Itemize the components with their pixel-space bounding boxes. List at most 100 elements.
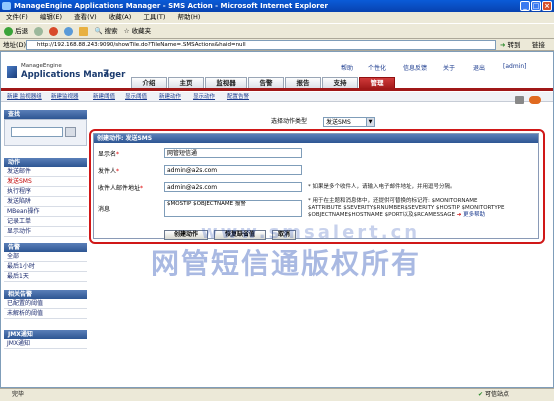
search-label: 搜索 <box>104 27 118 35</box>
stop-button[interactable] <box>49 24 59 39</box>
to-input[interactable]: admin@a2s.com <box>164 182 302 192</box>
action-type-select[interactable]: 发送SMS ▼ <box>323 117 375 127</box>
links-label[interactable]: 链接 <box>532 39 545 51</box>
message-hint-line1: * 用于在主题和消息体中，还提供可替换的标记符: $MONITORNAME <box>308 198 478 204</box>
to-value: admin@a2s.com <box>167 184 218 191</box>
minimize-icon[interactable]: _ <box>520 1 530 11</box>
to-label: 收件人邮件地址* <box>98 185 144 192</box>
forward-arrow-icon <box>34 26 44 36</box>
sub-navigation: 新建 监视器组 新建监视器 新建阈值 显示阈值 新建动作 显示动作 配置告警 <box>1 92 553 102</box>
message-hint-line2: $ATTRIBUTE $SEVERITY$RNUMBER$SEVERITY $H… <box>308 205 505 211</box>
logo-company: ManageEngine <box>21 63 62 69</box>
subnav-new-action[interactable]: 新建动作 <box>159 92 181 102</box>
menu-tools[interactable]: 工具(T) <box>143 13 165 21</box>
display-name-value: 网管短信通 <box>167 150 198 157</box>
sidebar-search-header: 查找 <box>4 110 87 119</box>
message-hint-line3-text: $OBJECTNAME$HOSTNAME $PORT以及$RCAMESSAGE <box>308 212 455 218</box>
favorites-button[interactable]: ☆ 收藏夹 <box>124 24 151 39</box>
toplink-feedback[interactable]: 信息反馈 <box>403 63 427 72</box>
display-name-label: 显示名* <box>98 151 120 158</box>
sidebar-item-show-actions[interactable]: 显示动作 <box>4 227 87 237</box>
toplink-about[interactable]: 关于 <box>443 63 455 72</box>
sidebar-related-header: 相关告警 <box>4 290 87 299</box>
menu-file[interactable]: 文件(F) <box>6 13 28 21</box>
subnav-show-threshold[interactable]: 显示阈值 <box>125 92 147 102</box>
toplink-user: [admin] <box>503 63 527 70</box>
sidebar-search-box <box>4 119 87 146</box>
sidebar-search-input[interactable] <box>11 127 63 137</box>
print-icon[interactable] <box>515 96 524 104</box>
display-name-input[interactable]: 网管短信通 <box>164 148 302 158</box>
message-textarea[interactable]: $MOSTIP $OBJECTNAME 报警 <box>164 200 302 217</box>
tab-underline <box>1 88 553 91</box>
address-bar: 地址(D) http://192.168.88.243:9090/showTil… <box>0 39 554 51</box>
sidebar-item-mbean[interactable]: MBean操作 <box>4 207 87 217</box>
subnav-new-monitor-group[interactable]: 新建 监视器组 <box>7 92 42 102</box>
subnav-new-monitor[interactable]: 新建监视器 <box>51 92 79 102</box>
page-tools <box>515 96 542 106</box>
window-titlebar: ManageEngine Applications Manager - SMS … <box>0 0 554 12</box>
toplink-help[interactable]: 帮助 <box>341 63 353 72</box>
to-label-text: 收件人邮件地址 <box>98 185 141 192</box>
toplink-personalize[interactable]: 个性化 <box>368 63 386 72</box>
sidebar: 查找 动作 发送邮件 发送SMS 执行程序 发送陷阱 MBean操作 记录工单 … <box>4 110 87 387</box>
message-value: $MOSTIP $OBJECTNAME 报警 <box>167 201 246 207</box>
menu-help[interactable]: 帮助(H) <box>178 13 201 21</box>
action-type-label: 选择动作类型 <box>271 118 308 125</box>
menu-edit[interactable]: 编辑(E) <box>40 13 62 21</box>
sidebar-item-unresolved-thresholds[interactable]: 未解析的阈值 <box>4 309 87 319</box>
subnav-show-action[interactable]: 显示动作 <box>193 92 215 102</box>
maximize-icon[interactable]: □ <box>531 1 541 11</box>
from-value: admin@a2s.com <box>167 167 218 174</box>
sidebar-item-send-trap[interactable]: 发送陷阱 <box>4 197 87 207</box>
sidebar-actions-header: 动作 <box>4 158 87 167</box>
sidebar-item-all[interactable]: 全部 <box>4 252 87 262</box>
sidebar-item-last-hour[interactable]: 最后1小时 <box>4 262 87 272</box>
sidebar-item-last-day[interactable]: 最后1天 <box>4 272 87 282</box>
from-input[interactable]: admin@a2s.com <box>164 165 302 175</box>
from-label: 发件人* <box>98 168 120 175</box>
close-icon[interactable]: × <box>542 1 552 11</box>
home-button[interactable] <box>79 24 89 39</box>
back-arrow-icon <box>4 26 13 36</box>
message-hint-line3: $OBJECTNAME$HOSTNAME $PORT以及$RCAMESSAGE … <box>308 212 485 219</box>
status-left: 完毕 <box>12 391 25 398</box>
sidebar-search-go-icon[interactable] <box>65 127 76 137</box>
toplink-logout[interactable]: 退出 <box>473 63 485 72</box>
action-type-value: 发送SMS <box>326 119 351 126</box>
rss-icon[interactable] <box>529 96 542 104</box>
sidebar-item-configured-thresholds[interactable]: 已配置的阈值 <box>4 299 87 309</box>
refresh-button[interactable] <box>64 24 74 39</box>
subnav-configure-alarm[interactable]: 配置告警 <box>227 92 249 102</box>
ie-icon <box>2 2 11 10</box>
back-button[interactable]: 后退 <box>4 24 28 39</box>
favorites-label: 收藏夹 <box>131 27 152 35</box>
search-button[interactable]: 🔍 搜索 <box>94 24 117 39</box>
status-bar: 完毕 ✔ 可信站点 <box>0 388 554 401</box>
to-hint: * 如果是多个收件人，请输入电子邮件地址，并用逗号分隔。 <box>308 184 456 190</box>
menu-favorites[interactable]: 收藏(A) <box>109 13 132 21</box>
forward-button[interactable] <box>34 24 44 39</box>
from-label-text: 发件人 <box>98 168 117 175</box>
logo-product: Applications Manager <box>21 70 126 80</box>
menu-view[interactable]: 查看(V) <box>74 13 97 21</box>
go-button[interactable]: ➜ 转到 <box>500 39 526 51</box>
sidebar-item-send-sms[interactable]: 发送SMS <box>4 177 87 187</box>
status-zone-label: 可信站点 <box>484 391 509 398</box>
home-icon <box>79 26 89 36</box>
address-input[interactable]: http://192.168.88.243:9090/showTile.do?T… <box>26 40 496 50</box>
more-help-link[interactable]: 更多帮助 <box>463 212 485 218</box>
sidebar-item-log-ticket[interactable]: 记录工单 <box>4 217 87 227</box>
sidebar-item-jmx[interactable]: JMX通知 <box>4 339 87 349</box>
sidebar-jmx-header: JMX通知 <box>4 330 87 339</box>
watermark-text: 网管短信通版权所有 <box>151 247 422 280</box>
sidebar-item-execute-program[interactable]: 执行程序 <box>4 187 87 197</box>
page-content: ManageEngine Applications Manager 7 帮助 个… <box>0 51 554 388</box>
message-label: 消息 <box>98 206 111 213</box>
logo: ManageEngine Applications Manager 7 <box>7 60 137 88</box>
subnav-new-threshold[interactable]: 新建阈值 <box>93 92 115 102</box>
sidebar-item-send-email[interactable]: 发送邮件 <box>4 167 87 177</box>
refresh-icon <box>64 26 74 36</box>
trusted-zone-icon: ✔ <box>478 391 484 398</box>
back-label: 后退 <box>15 27 29 35</box>
